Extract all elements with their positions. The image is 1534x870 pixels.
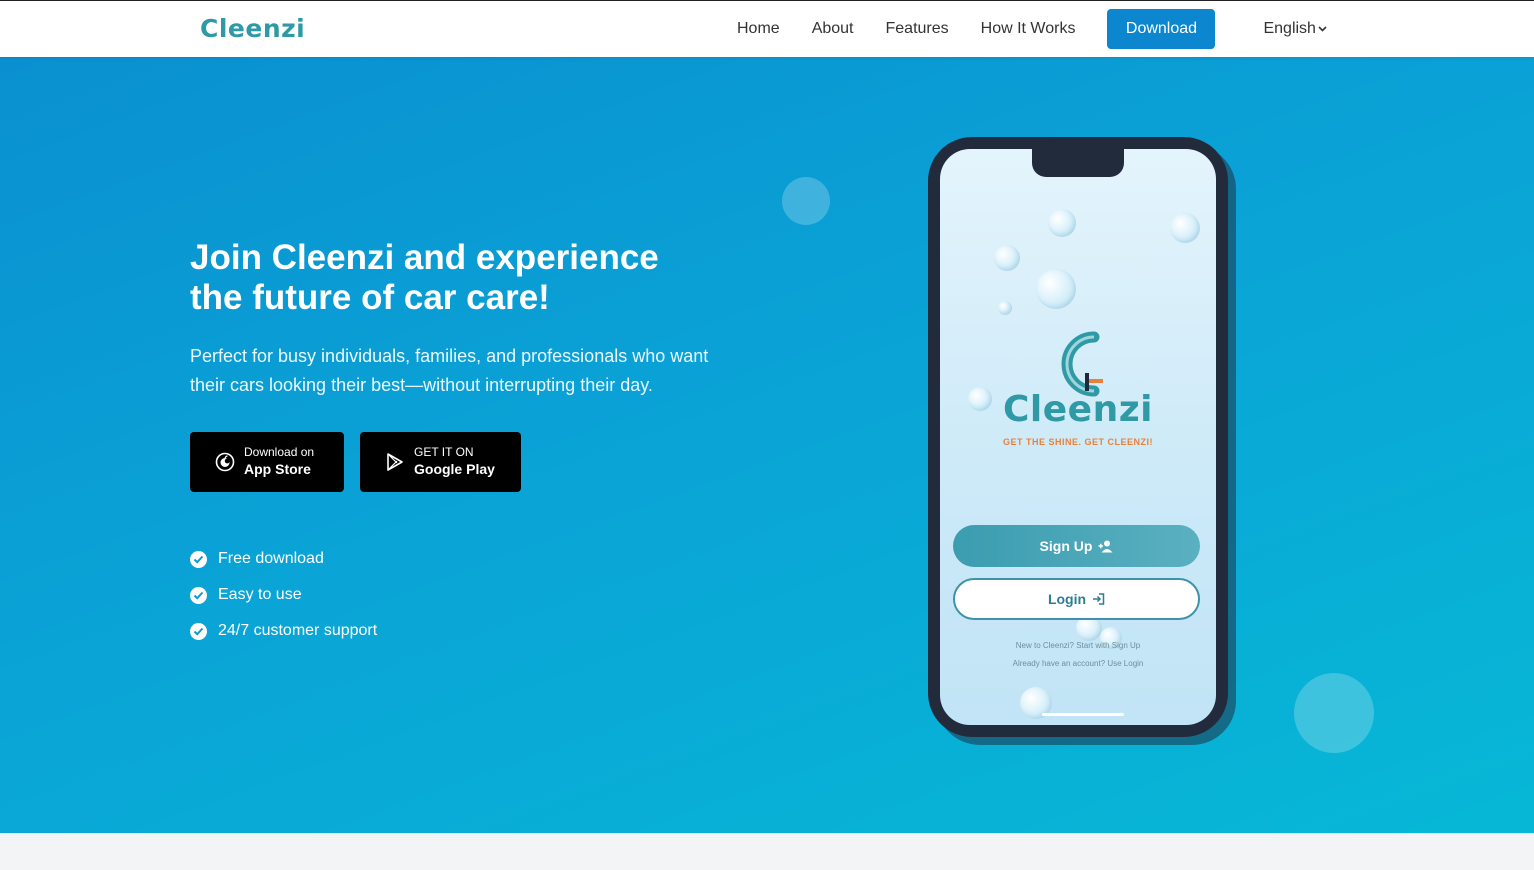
phone-login-button[interactable]: Login bbox=[953, 578, 1200, 620]
feature-item: Easy to use bbox=[190, 577, 377, 613]
language-label: English bbox=[1263, 20, 1316, 37]
chevron-down-icon bbox=[1318, 23, 1327, 35]
bubble-icon bbox=[994, 245, 1020, 271]
app-name: Cleenzi bbox=[1002, 389, 1153, 430]
decorative-circle bbox=[1294, 673, 1374, 753]
decorative-circle bbox=[782, 177, 830, 225]
hero-section: Join Cleenzi and experience the future o… bbox=[0, 57, 1534, 833]
feature-list: Free download Easy to use 24/7 customer … bbox=[190, 541, 377, 649]
hero-title-line2: the future of car care! bbox=[190, 278, 550, 317]
nav-download-button[interactable]: Download bbox=[1107, 9, 1216, 49]
phone-notch bbox=[1032, 149, 1124, 177]
phone-screen: Cleenzi GET THE SHINE. GET CLEENZI! Sign… bbox=[940, 149, 1216, 725]
hero-subtitle-line2: their cars looking their best—without in… bbox=[190, 375, 653, 395]
bubble-icon bbox=[1170, 213, 1200, 243]
top-navbar: Cleenzi Home About Features How It Works… bbox=[0, 0, 1534, 57]
nav-features-link[interactable]: Features bbox=[886, 20, 949, 38]
app-store-button[interactable]: Download on App Store bbox=[190, 432, 344, 492]
hero-subtitle: Perfect for busy individuals, families, … bbox=[190, 342, 770, 400]
phone-mockup: Cleenzi GET THE SHINE. GET CLEENZI! Sign… bbox=[928, 137, 1228, 737]
nav-about-link[interactable]: About bbox=[812, 20, 854, 38]
user-plus-icon bbox=[1098, 540, 1113, 553]
bubble-icon bbox=[998, 301, 1012, 315]
feature-item: Free download bbox=[190, 541, 377, 577]
google-play-label: Google Play bbox=[414, 461, 495, 477]
nav-links: Home About Features How It Works Downloa… bbox=[737, 9, 1327, 49]
apple-icon bbox=[214, 451, 236, 473]
hero-subtitle-line1: Perfect for busy individuals, families, … bbox=[190, 346, 709, 366]
google-play-small-label: GET IT ON bbox=[414, 445, 474, 459]
feature-text: Easy to use bbox=[218, 586, 302, 603]
sign-in-icon bbox=[1092, 593, 1105, 605]
feature-item: 24/7 customer support bbox=[190, 613, 377, 649]
app-store-label: App Store bbox=[244, 461, 311, 477]
google-play-button[interactable]: GET IT ON Google Play bbox=[360, 432, 521, 492]
nav-home-link[interactable]: Home bbox=[737, 20, 780, 38]
login-hint: Already have an account? Use Login bbox=[1012, 659, 1144, 668]
phone-home-indicator bbox=[1042, 713, 1124, 716]
login-label: Login bbox=[1047, 591, 1087, 607]
phone-signup-button[interactable]: Sign Up bbox=[953, 525, 1200, 567]
language-selector[interactable]: English bbox=[1263, 20, 1327, 38]
signup-label: Sign Up bbox=[1039, 538, 1093, 554]
check-circle-icon bbox=[190, 622, 207, 640]
play-store-icon bbox=[384, 451, 406, 473]
feature-text: 24/7 customer support bbox=[218, 622, 378, 639]
app-store-small-label: Download on bbox=[244, 445, 315, 459]
bubble-icon bbox=[1048, 209, 1076, 237]
check-circle-icon bbox=[190, 586, 207, 604]
feature-text: Free download bbox=[218, 550, 324, 567]
site-logo[interactable]: Cleenzi bbox=[200, 14, 305, 43]
hero-title-line1: Join Cleenzi and experience bbox=[190, 238, 659, 277]
nav-how-it-works-link[interactable]: How It Works bbox=[981, 20, 1076, 38]
app-tagline: GET THE SHINE. GET CLEENZI! bbox=[1002, 437, 1153, 447]
bubble-icon bbox=[1036, 269, 1076, 309]
check-circle-icon bbox=[190, 550, 207, 568]
hero-title: Join Cleenzi and experience the future o… bbox=[190, 238, 750, 318]
signup-hint: New to Cleenzi? Start with Sign Up bbox=[1015, 641, 1141, 650]
